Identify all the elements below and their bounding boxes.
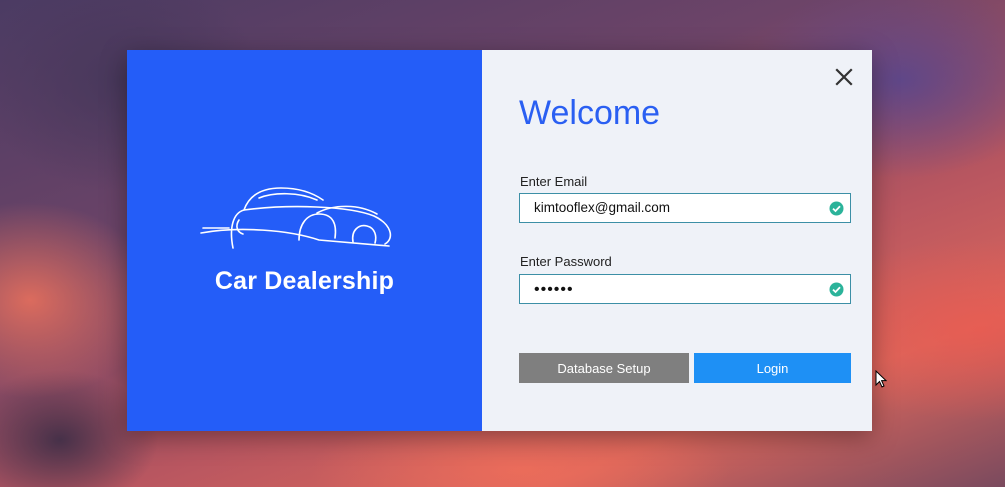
password-label: Enter Password bbox=[520, 254, 612, 269]
email-value: kimtooflex@gmail.com bbox=[534, 200, 670, 215]
email-label: Enter Email bbox=[520, 174, 588, 189]
login-button[interactable]: Login bbox=[694, 353, 851, 383]
check-circle-icon bbox=[829, 201, 844, 216]
email-field[interactable]: kimtooflex@gmail.com bbox=[519, 193, 851, 223]
car-logo-icon bbox=[200, 187, 392, 249]
database-setup-button[interactable]: Database Setup bbox=[519, 353, 689, 383]
page-title: Welcome bbox=[519, 94, 661, 132]
check-circle-icon bbox=[829, 282, 844, 297]
password-field[interactable]: •••••• bbox=[519, 274, 851, 304]
login-window: Car Dealership Welcome Enter Email kimto… bbox=[127, 50, 872, 431]
mouse-pointer-icon bbox=[875, 370, 887, 388]
close-icon[interactable] bbox=[834, 67, 854, 87]
login-form-panel: Welcome Enter Email kimtooflex@gmail.com… bbox=[482, 50, 872, 431]
brand-title: Car Dealership bbox=[214, 267, 395, 295]
brand-panel: Car Dealership bbox=[127, 50, 482, 431]
password-value: •••••• bbox=[534, 281, 574, 298]
